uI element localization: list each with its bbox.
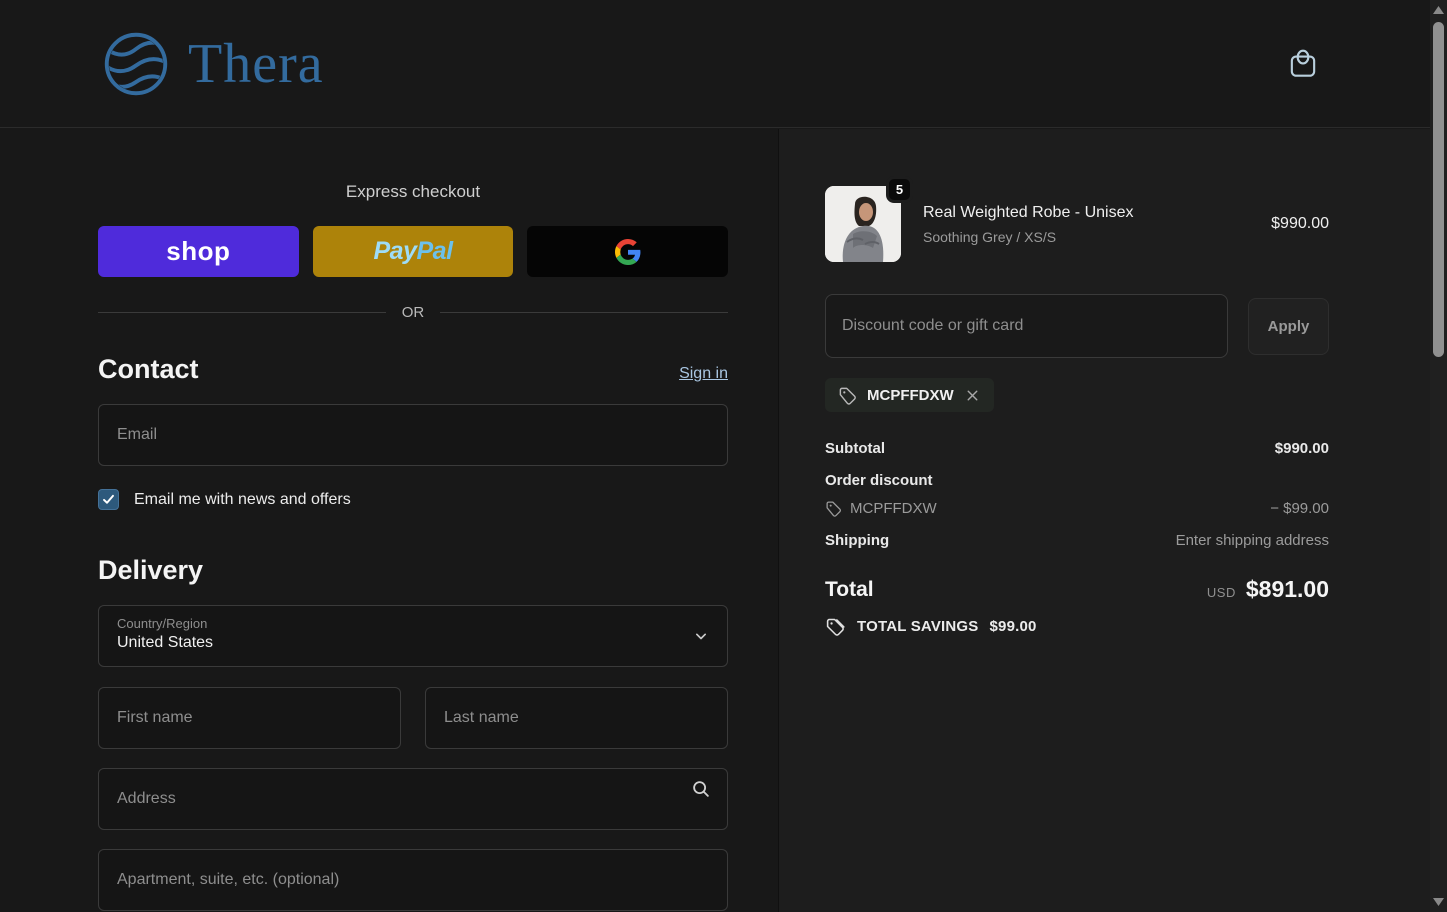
checkout-form-panel: Express checkout shop PayPal OR Contact … [0,129,777,912]
logo-waves-icon [100,28,172,100]
chevron-down-icon [691,626,711,646]
tags-icon [825,616,846,637]
quantity-badge: 5 [886,176,913,203]
vertical-scrollbar[interactable] [1430,0,1447,912]
savings-label: TOTAL SAVINGS [857,618,979,635]
shop-pay-button[interactable]: shop [98,226,299,277]
currency-code: USD [1206,585,1236,600]
product-info: Real Weighted Robe - Unisex Soothing Gre… [923,204,1133,245]
product-row: 5 Real Weighted Robe - Unisex Soothing G… [825,176,1329,262]
google-g-icon [614,238,641,265]
applied-discount-row: MCPFFDXW [825,378,1329,412]
newsletter-checkbox[interactable] [98,489,119,510]
paypal-wordmark: PayPal [373,237,454,265]
contact-title: Contact [98,354,199,384]
check-icon [103,494,114,504]
scroll-down-arrow-icon[interactable] [1430,894,1447,910]
divider-line [440,312,728,313]
shipping-value: Enter shipping address [1175,532,1329,549]
total-value: $891.00 [1245,576,1329,602]
brand-name: Thera [188,32,324,95]
search-icon [690,778,712,800]
address-field-wrap [98,749,728,830]
shipping-label: Shipping [825,532,890,549]
first-name-field[interactable] [98,687,401,749]
or-label: OR [401,304,425,321]
subtotal-value: $990.00 [1274,440,1329,457]
remove-discount-button[interactable] [964,387,981,404]
product-name: Real Weighted Robe - Unisex [923,203,1134,221]
product-price: $990.00 [1271,215,1329,232]
tag-icon [838,386,857,405]
discount-code-row: MCPFFDXW − $99.00 [825,500,1329,517]
total-amount-group: USD $891.00 [1207,576,1329,603]
discount-row: Apply [825,294,1329,358]
discount-code-field[interactable] [825,294,1228,358]
express-checkout-label: Express checkout [345,182,481,201]
product-variant: Soothing Grey / XS/S [923,228,1057,245]
product-thumbnail: 5 [825,176,913,262]
discount-chip: MCPFFDXW [825,378,994,412]
cost-summary: Subtotal $990.00 Order discount MCPFFDXW… [825,440,1329,549]
discount-code-line: MCPFFDXW [825,500,937,517]
sign-in-link[interactable]: Sign in [679,365,728,383]
header: Thera [0,0,1430,128]
total-savings-row: TOTAL SAVINGS $99.00 [825,616,1329,637]
delivery-section-header: Delivery [98,555,728,586]
scrollbar-thumb[interactable] [1433,22,1444,357]
apartment-field[interactable] [98,849,728,911]
store-logo[interactable]: Thera [100,28,324,100]
apply-discount-button[interactable]: Apply [1248,297,1329,355]
google-pay-button[interactable] [527,226,729,277]
shop-pay-wordmark: shop [166,236,231,266]
last-name-field[interactable] [425,687,728,749]
tag-icon [825,500,842,517]
savings-value: $99.00 [989,618,1037,635]
contact-section-header: Contact Sign in [98,354,728,385]
subtotal-row: Subtotal $990.00 [825,440,1329,457]
discount-amount: − $99.00 [1270,500,1329,517]
express-checkout-buttons: shop PayPal [98,226,729,277]
discount-code-text: MCPFFDXW [850,500,937,517]
newsletter-label: Email me with news and offers [134,490,351,508]
close-icon [967,390,978,400]
total-label: Total [825,577,874,601]
email-field[interactable] [98,404,728,466]
country-select[interactable]: Country/Region United States [98,605,728,667]
country-select-label: Country/Region [117,616,208,631]
order-discount-row: Order discount [825,472,1329,489]
discount-chip-code: MCPFFDXW [867,386,954,404]
divider-line [98,312,386,313]
delivery-title: Delivery [98,555,204,585]
or-divider: OR [98,304,728,321]
newsletter-row: Email me with news and offers [98,489,728,510]
order-summary-panel: 5 Real Weighted Robe - Unisex Soothing G… [778,129,1430,912]
cart-button[interactable] [1282,43,1324,85]
address-field[interactable] [98,768,728,830]
order-discount-label: Order discount [825,472,933,489]
shipping-row: Shipping Enter shipping address [825,532,1329,549]
country-select-value: United States [117,634,214,651]
total-row: Total USD $891.00 [825,576,1329,603]
subtotal-label: Subtotal [825,440,885,457]
shopping-bag-icon [1286,47,1320,81]
scroll-up-arrow-icon[interactable] [1430,2,1447,18]
name-fields-row [98,667,728,749]
paypal-button[interactable]: PayPal [312,226,514,277]
